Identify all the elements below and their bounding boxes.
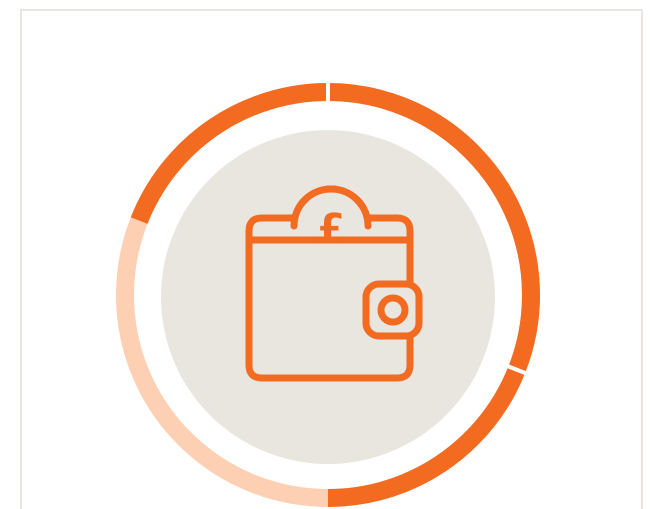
- wallet-clasp-icon: [362, 280, 423, 340]
- pound-symbol: £: [317, 206, 345, 252]
- progress-ring-graphic: £: [116, 80, 540, 507]
- page: £: [0, 0, 659, 509]
